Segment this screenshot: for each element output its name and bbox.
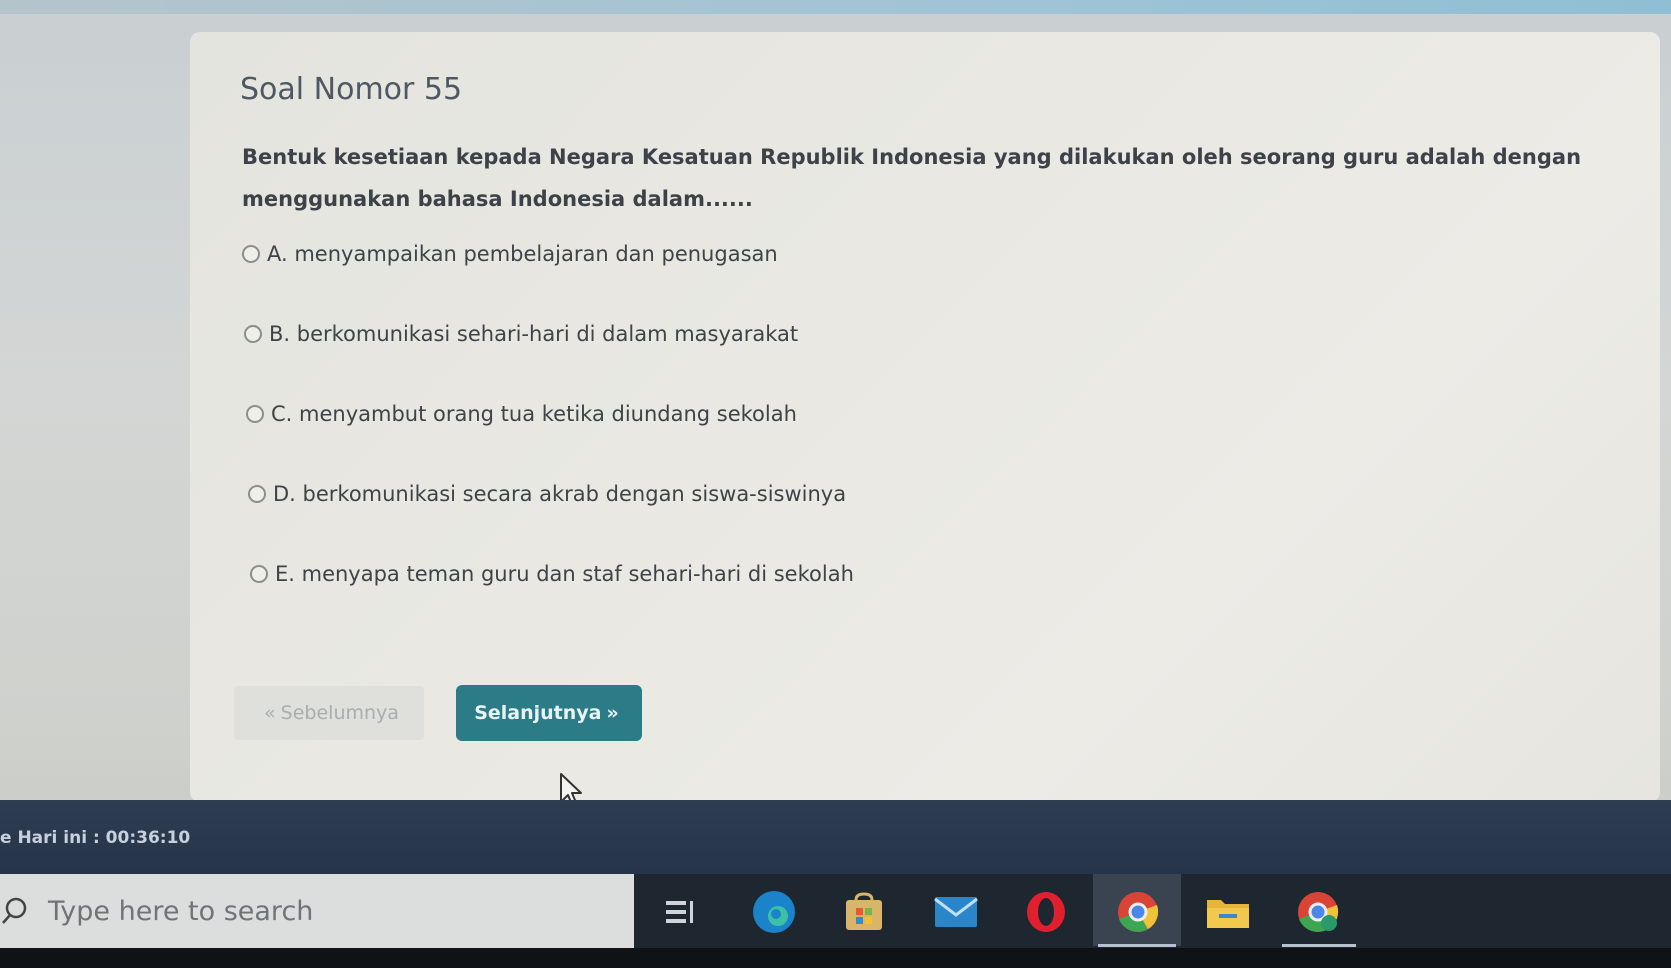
- store-icon[interactable]: [838, 886, 890, 938]
- active-app-underline: [1098, 944, 1176, 947]
- option-label: E. menyapa teman guru dan staf sehari-ha…: [275, 562, 854, 586]
- radio-button[interactable]: [250, 565, 268, 583]
- radio-button[interactable]: [244, 325, 262, 343]
- screen-bezel: [0, 948, 1671, 968]
- mail-icon[interactable]: [930, 886, 982, 938]
- previous-button[interactable]: « Sebelumnya: [234, 686, 424, 740]
- option-b[interactable]: B. berkomunikasi sehari-hari di dalam ma…: [244, 322, 798, 346]
- task-view-icon[interactable]: [654, 886, 706, 938]
- double-chevron-right-icon: »: [606, 702, 619, 724]
- running-app-underline: [1282, 944, 1356, 947]
- chrome-profile-icon[interactable]: [1292, 886, 1344, 938]
- timer-text: e Hari ini : 00:36:10: [0, 828, 191, 848]
- taskbar-search-box[interactable]: Type here to search: [0, 874, 634, 948]
- question-title: Soal Nomor 55: [240, 72, 463, 107]
- search-placeholder: Type here to search: [48, 895, 314, 927]
- chrome-icon[interactable]: [1112, 886, 1164, 938]
- window-top-strip: [0, 0, 1671, 14]
- option-c[interactable]: C. menyambut orang tua ketika diundang s…: [246, 402, 797, 426]
- option-label: A. menyampaikan pembelajaran dan penugas…: [267, 242, 778, 266]
- search-icon: [2, 897, 27, 924]
- next-button[interactable]: Selanjutnya »: [456, 685, 642, 741]
- radio-button[interactable]: [246, 405, 264, 423]
- radio-button[interactable]: [248, 485, 266, 503]
- next-label: Selanjutnya: [474, 702, 602, 724]
- option-label: B. berkomunikasi sehari-hari di dalam ma…: [269, 322, 799, 346]
- question-card: Soal Nomor 55 Bentuk kesetiaan kepada Ne…: [190, 32, 1660, 802]
- opera-icon[interactable]: [1020, 886, 1072, 938]
- previous-label: Sebelumnya: [280, 702, 399, 724]
- option-label: C. menyambut orang tua ketika diundang s…: [271, 402, 797, 426]
- option-e[interactable]: E. menyapa teman guru dan staf sehari-ha…: [250, 562, 854, 586]
- radio-button[interactable]: [242, 245, 260, 263]
- edge-icon[interactable]: [748, 886, 800, 938]
- option-d[interactable]: D. berkomunikasi secara akrab dengan sis…: [248, 482, 846, 506]
- option-label: D. berkomunikasi secara akrab dengan sis…: [273, 482, 847, 506]
- option-a[interactable]: A. menyampaikan pembelajaran dan penugas…: [242, 242, 778, 266]
- double-chevron-left-icon: «: [264, 702, 276, 724]
- timer-bar: e Hari ini : 00:36:10: [0, 800, 1671, 874]
- taskbar: Type here to search: [0, 874, 1671, 968]
- file-explorer-icon[interactable]: [1202, 886, 1254, 938]
- question-text: Bentuk kesetiaan kepada Negara Kesatuan …: [242, 145, 1582, 211]
